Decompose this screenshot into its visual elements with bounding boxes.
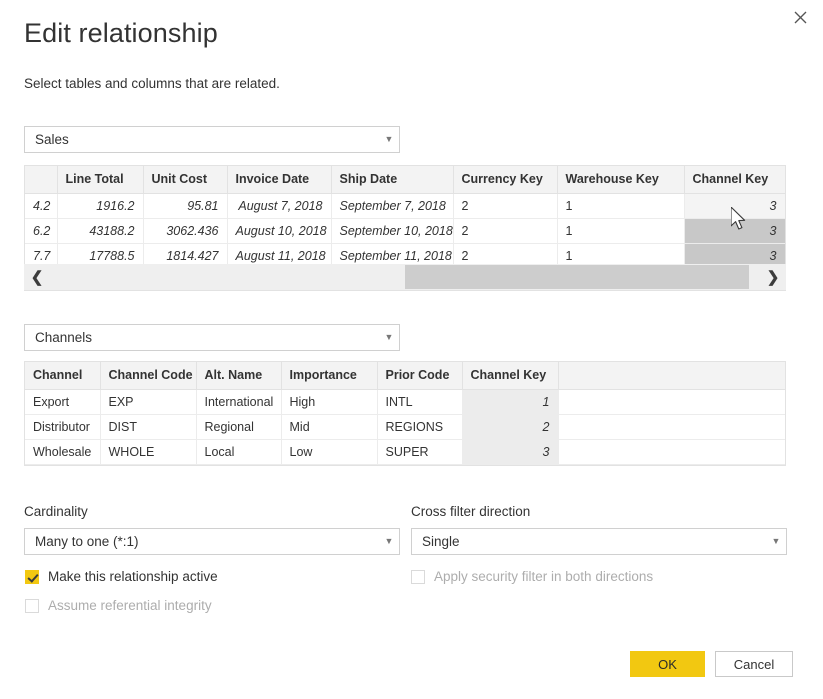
table-row: Wholesale WHOLE Local Low SUPER 3 [25,439,785,465]
ok-button[interactable]: OK [630,651,705,677]
sales-col-header-unit-cost[interactable]: Unit Cost [143,166,228,194]
channels-cell-alt-name: Regional [196,414,282,440]
sales-cell-currency-key: 2 [453,193,558,219]
table-row: 6.2 43188.2 3062.436 August 10, 2018 Sep… [25,218,785,244]
sales-cell-channel-key: 3 [684,218,785,244]
sales-cell-clipped: 4.2 [25,193,58,219]
channels-grid-table: Channel Channel Code Alt. Name Importanc… [25,362,785,465]
sales-cell-line-total: 1916.2 [57,193,144,219]
sales-cell-ship-date: September 10, 2018 [331,218,454,244]
sales-col-header-warehouse-key[interactable]: Warehouse Key [557,166,685,194]
make-relationship-active-checkbox[interactable]: Make this relationship active [25,569,218,584]
channels-header-row: Channel Channel Code Alt. Name Importanc… [25,362,785,390]
sales-grid-table: Line Total Unit Cost Invoice Date Ship D… [25,166,785,269]
sales-col-header-invoice-date[interactable]: Invoice Date [227,166,332,194]
close-dialog-button[interactable] [785,2,815,32]
channels-col-header-channel-key[interactable]: Channel Key [462,362,559,390]
cardinality-value: Many to one (*:1) [35,534,139,549]
channels-cell-prior-code: INTL [377,389,463,415]
chevron-right-icon[interactable]: ❯ [760,264,786,290]
close-icon [794,11,807,24]
sales-cell-channel-key: 3 [684,193,785,219]
page-title: Edit relationship [24,18,218,48]
sales-col-header-currency-key[interactable]: Currency Key [453,166,558,194]
channels-col-header-importance[interactable]: Importance [281,362,378,390]
scrollbar-thumb[interactable] [405,265,750,289]
assume-referential-integrity-checkbox[interactable]: Assume referential integrity [25,598,212,613]
sales-grid-horizontal-scrollbar[interactable]: ❮ ❯ [24,264,786,290]
channels-cell-alt-name: International [196,389,282,415]
sales-table-select[interactable]: Sales ▼ [24,126,400,153]
channels-cell-importance: Mid [281,414,378,440]
cross-filter-direction-value: Single [422,534,460,549]
checkbox-unchecked-icon [411,569,425,584]
page-subtitle: Select tables and columns that are relat… [24,76,280,91]
cardinality-label: Cardinality [24,504,88,519]
chevron-down-icon: ▼ [771,536,781,546]
channels-table-select[interactable]: Channels ▼ [24,324,400,351]
assume-referential-integrity-label: Assume referential integrity [48,598,212,613]
channels-cell-prior-code: SUPER [377,439,463,465]
checkbox-unchecked-icon [25,598,39,613]
sales-table-select-value: Sales [35,132,69,147]
sales-col-header-ship-date[interactable]: Ship Date [331,166,454,194]
channels-cell-filler [558,414,785,440]
channels-cell-channel-code: EXP [100,389,197,415]
channels-col-header-prior-code[interactable]: Prior Code [377,362,463,390]
channels-cell-channel-key: 3 [462,439,559,465]
channels-cell-channel: Export [25,389,101,415]
channels-cell-filler [558,439,785,465]
sales-cell-warehouse-key: 1 [557,218,685,244]
sales-cell-ship-date: September 7, 2018 [331,193,454,219]
checkbox-checked-icon [25,569,39,584]
sales-col-header-line-total[interactable]: Line Total [57,166,144,194]
table-row: Distributor DIST Regional Mid REGIONS 2 [25,414,785,440]
sales-col-header-channel-key[interactable]: Channel Key [684,166,785,194]
apply-security-filter-checkbox[interactable]: Apply security filter in both directions [411,569,653,584]
table-row: Export EXP International High INTL 1 [25,389,785,415]
channels-cell-channel-code: DIST [100,414,197,440]
sales-cell-invoice-date: August 7, 2018 [227,193,332,219]
channels-cell-prior-code: REGIONS [377,414,463,440]
chevron-left-icon[interactable]: ❮ [24,264,50,290]
cross-filter-direction-select[interactable]: Single ▼ [411,528,787,555]
channels-cell-alt-name: Local [196,439,282,465]
sales-cell-unit-cost: 3062.436 [143,218,228,244]
sales-cell-unit-cost: 95.81 [143,193,228,219]
sales-cell-line-total: 43188.2 [57,218,144,244]
channels-cell-channel-code: WHOLE [100,439,197,465]
cross-filter-direction-label: Cross filter direction [411,504,531,519]
scrollbar-track[interactable] [50,264,760,290]
channels-cell-channel-key: 2 [462,414,559,440]
sales-header-row: Line Total Unit Cost Invoice Date Ship D… [25,166,785,194]
channels-col-header-channel-code[interactable]: Channel Code [100,362,197,390]
chevron-down-icon: ▼ [384,536,394,546]
channels-table-select-value: Channels [35,330,93,345]
channels-cell-channel-key: 1 [462,389,559,415]
channels-cell-importance: Low [281,439,378,465]
make-relationship-active-label: Make this relationship active [48,569,218,584]
sales-cell-invoice-date: August 10, 2018 [227,218,332,244]
sales-col-header-blank[interactable] [25,166,58,194]
sales-cell-currency-key: 2 [453,218,558,244]
channels-col-header-channel[interactable]: Channel [25,362,101,390]
cardinality-select[interactable]: Many to one (*:1) ▼ [24,528,400,555]
channels-cell-importance: High [281,389,378,415]
channels-data-grid[interactable]: Channel Channel Code Alt. Name Importanc… [24,361,786,466]
cancel-button[interactable]: Cancel [715,651,793,677]
channels-col-header-alt-name[interactable]: Alt. Name [196,362,282,390]
table-row: 4.2 1916.2 95.81 August 7, 2018 Septembe… [25,193,785,219]
chevron-down-icon: ▼ [384,134,394,144]
channels-cell-channel: Distributor [25,414,101,440]
channels-cell-channel: Wholesale [25,439,101,465]
sales-cell-clipped: 6.2 [25,218,58,244]
channels-header-filler [558,362,785,390]
chevron-down-icon: ▼ [384,332,394,342]
apply-security-filter-label: Apply security filter in both directions [434,569,654,584]
channels-cell-filler [558,389,785,415]
sales-cell-warehouse-key: 1 [557,193,685,219]
